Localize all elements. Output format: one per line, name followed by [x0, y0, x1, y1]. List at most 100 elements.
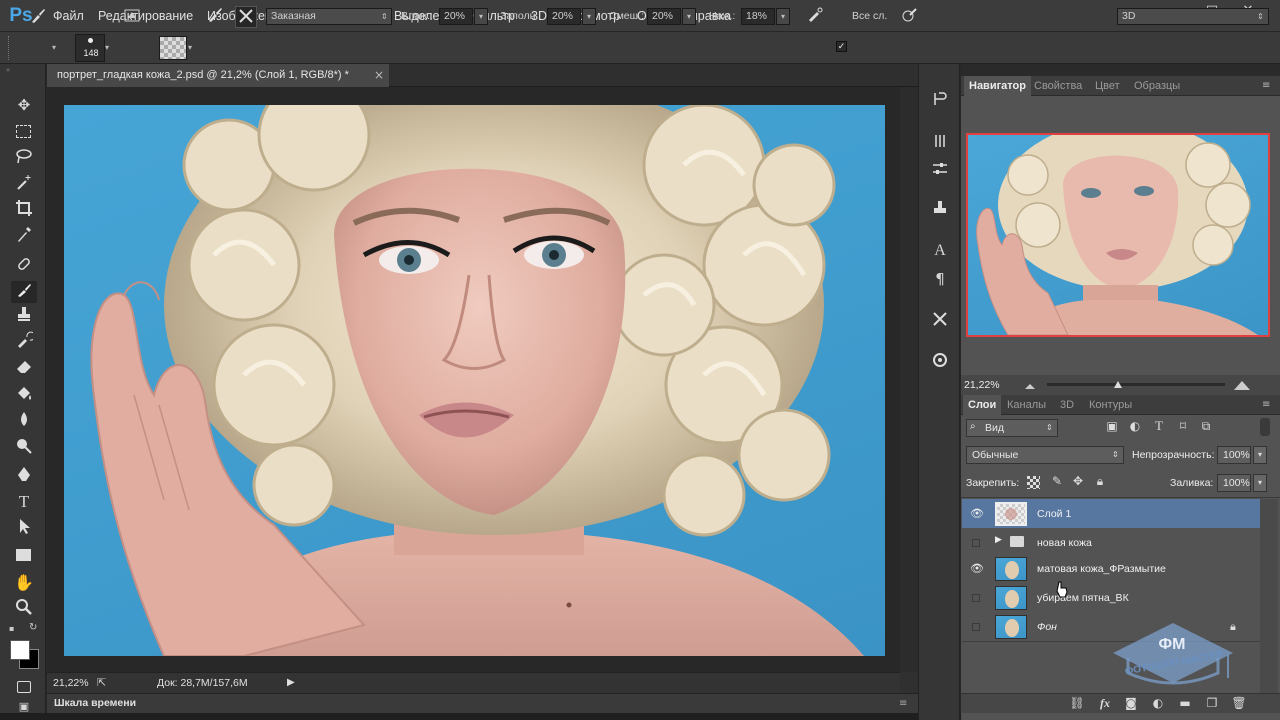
status-share-icon[interactable]: ⇱ — [97, 675, 113, 691]
path-selection-tool-icon[interactable] — [11, 517, 37, 539]
zoom-out-icon[interactable] — [1023, 380, 1037, 390]
load-arrow-icon[interactable]: ▾ — [582, 8, 596, 25]
eyedropper-tool-icon[interactable] — [11, 225, 37, 247]
rectangle-tool-icon[interactable] — [11, 544, 37, 566]
zoom-in-icon[interactable] — [1233, 378, 1251, 391]
zoom-level[interactable]: 21,22% — [53, 675, 89, 691]
filter-pixel-icon[interactable]: ▣ — [1104, 419, 1120, 435]
expand-group-icon[interactable]: ▶ — [995, 535, 1005, 549]
history-panel-icon[interactable] — [929, 90, 951, 112]
menu-file[interactable]: Файл — [53, 0, 84, 32]
lasso-tool-icon[interactable] — [11, 147, 37, 169]
tab-navigator[interactable]: Навигатор — [964, 76, 1031, 96]
layer-name[interactable]: Слой 1 — [1037, 499, 1071, 529]
tool-presets-icon[interactable] — [929, 310, 951, 332]
brush-presets-icon[interactable] — [929, 132, 951, 154]
opacity-arrow-icon[interactable]: ▾ — [1253, 446, 1267, 464]
quick-mask-icon[interactable] — [11, 676, 37, 698]
adjustments-icon[interactable] — [929, 160, 951, 182]
layer-name[interactable]: Фон — [1037, 612, 1057, 642]
visibility-eye-icon[interactable]: 👁︎ — [970, 499, 984, 529]
load-swatch-arrow-icon[interactable]: ▾ — [188, 36, 198, 60]
filter-shape-icon[interactable]: ⌑ — [1175, 419, 1191, 435]
eraser-tool-icon[interactable] — [11, 357, 37, 379]
wetness-arrow-icon[interactable]: ▾ — [474, 8, 488, 25]
layers-menu-icon[interactable]: ≡ — [1262, 395, 1276, 415]
swap-colors-icon[interactable]: ↻ — [29, 622, 41, 634]
mix-input[interactable]: 20% — [647, 8, 681, 25]
navigator-zoom-slider[interactable] — [1047, 383, 1225, 386]
tab-channels[interactable]: Каналы — [1002, 395, 1051, 415]
blend-preset-select[interactable]: Заказная — [266, 8, 392, 25]
character-panel-icon[interactable]: A — [929, 240, 951, 262]
menu-edit[interactable]: Редактирование — [98, 0, 193, 32]
fill-arrow-icon[interactable]: ▾ — [1253, 474, 1267, 492]
hand-tool-icon[interactable]: ✋ — [11, 572, 37, 594]
clean-brush-after-stroke-icon[interactable] — [235, 6, 257, 28]
brush-picker-arrow-icon[interactable]: ▾ — [105, 36, 115, 60]
healing-brush-tool-icon[interactable] — [11, 255, 37, 277]
layer-style-icon[interactable]: fx — [1096, 695, 1114, 711]
magic-wand-tool-icon[interactable] — [11, 173, 37, 195]
filter-adjustment-icon[interactable]: ◐ — [1127, 419, 1143, 435]
pressure-size-icon[interactable] — [898, 6, 920, 28]
brush-panel-toggle-icon[interactable] — [121, 6, 143, 28]
new-adjustment-layer-icon[interactable]: ◐ — [1149, 695, 1167, 711]
libraries-icon[interactable] — [929, 351, 951, 373]
current-brush-load-swatch[interactable] — [159, 36, 187, 60]
delete-layer-icon[interactable]: 🗑︎ — [1230, 695, 1248, 711]
mixer-brush-tool-icon[interactable] — [11, 281, 37, 303]
brush-preset-picker[interactable]: 148 — [75, 34, 105, 62]
mixer-brush-icon[interactable] — [27, 6, 49, 28]
filter-type-icon[interactable]: T — [1151, 418, 1167, 434]
pen-tool-icon[interactable] — [11, 465, 37, 487]
paint-bucket-tool-icon[interactable] — [11, 384, 37, 406]
type-tool-icon[interactable]: T — [11, 491, 37, 513]
airbrush-icon[interactable] — [804, 6, 826, 28]
navigator-zoom-thumb[interactable] — [1113, 379, 1123, 389]
dodge-tool-icon[interactable] — [11, 437, 37, 459]
visibility-eye-icon[interactable]: 👁︎ — [970, 554, 984, 584]
default-colors-icon[interactable]: ▪ — [9, 624, 19, 634]
move-tool-icon[interactable]: ✥ — [11, 94, 37, 116]
tool-preset-arrow-icon[interactable]: ▾ — [52, 36, 62, 60]
navigator-menu-icon[interactable]: ≡ — [1262, 76, 1276, 96]
tab-3d[interactable]: 3D — [1055, 395, 1079, 415]
tab-layers[interactable]: Слои — [963, 395, 1002, 415]
blur-tool-icon[interactable] — [11, 410, 37, 432]
document-vertical-scrollbar[interactable] — [900, 87, 918, 672]
navigator-preview[interactable] — [966, 133, 1270, 337]
blend-mode-select[interactable]: Обычные — [966, 446, 1124, 464]
tab-properties[interactable]: Свойства — [1029, 76, 1087, 96]
sample-all-layers-checkbox[interactable]: ✓ — [836, 41, 847, 52]
crop-tool-icon[interactable] — [11, 199, 37, 221]
document-tab[interactable]: портрет_гладкая кожа_2.psd @ 21,2% (Слой… — [47, 64, 389, 87]
timeline-label[interactable]: Шкала времени — [54, 694, 136, 713]
screen-mode-icon[interactable]: ▣ — [11, 700, 37, 714]
fill-input[interactable]: 100% — [1217, 474, 1251, 492]
marquee-tool-icon[interactable] — [11, 121, 37, 143]
timeline-menu-icon[interactable]: ≡ — [899, 694, 913, 713]
lock-position-icon[interactable]: ✥ — [1070, 474, 1086, 490]
lock-pixels-icon[interactable]: ✎ — [1049, 474, 1065, 490]
zoom-tool-icon[interactable] — [11, 598, 37, 620]
flow-input[interactable]: 18% — [741, 8, 775, 25]
layer-thumbnail[interactable] — [995, 615, 1027, 639]
paragraph-panel-icon[interactable]: ¶ — [929, 268, 951, 290]
visibility-off-box[interactable] — [972, 594, 980, 602]
flow-arrow-icon[interactable]: ▾ — [776, 8, 790, 25]
link-layers-icon[interactable]: ⛓︎ — [1068, 695, 1086, 711]
tab-paths[interactable]: Контуры — [1084, 395, 1137, 415]
lock-transparency-icon[interactable] — [1027, 476, 1040, 489]
clone-source-icon[interactable] — [929, 199, 951, 221]
new-layer-icon[interactable]: ❐ — [1203, 695, 1221, 711]
layers-scrollbar[interactable] — [1260, 499, 1278, 693]
layer-thumbnail[interactable] — [995, 557, 1027, 581]
load-input[interactable]: 20% — [547, 8, 581, 25]
document-tab-close-icon[interactable]: × — [374, 64, 386, 87]
tab-swatches[interactable]: Образцы — [1129, 76, 1185, 96]
navigator-zoom-value[interactable]: 21,22% — [964, 375, 1000, 395]
tools-collapse-icon[interactable]: » — [6, 67, 40, 74]
visibility-off-box[interactable] — [972, 623, 980, 631]
filter-smart-object-icon[interactable]: ⧉ — [1198, 419, 1214, 435]
